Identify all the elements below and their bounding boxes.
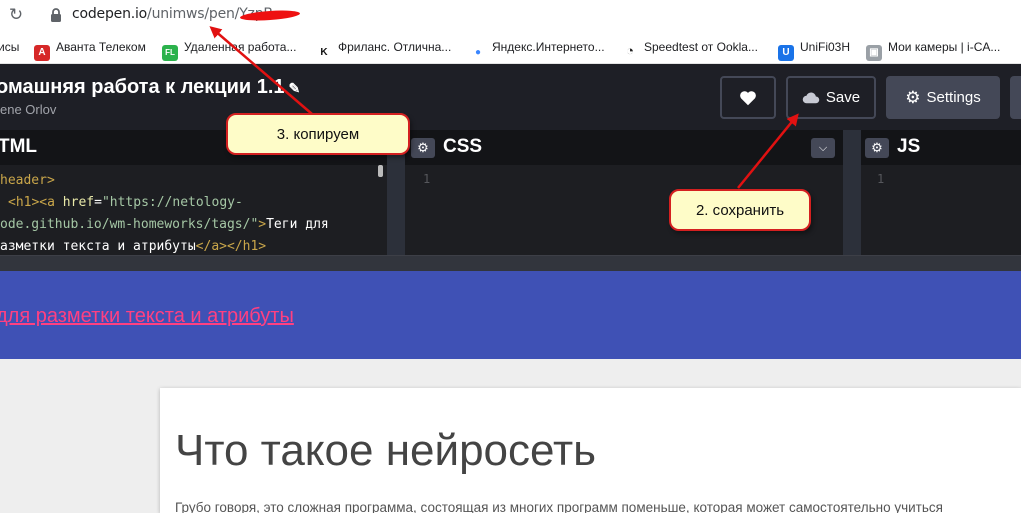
speedtest-icon: ◔ [622, 43, 638, 59]
editors-panel: TML header> <h1><a href="https://netology… [0, 130, 1021, 255]
bookmark-item[interactable]: FL Удаленная работа... [162, 38, 297, 61]
bookmark-item[interactable]: ▣ Мои камеры | i-CA... [866, 38, 1001, 61]
js-editor-header: ⚙ JS [861, 130, 1021, 165]
camera-icon: ▣ [866, 45, 882, 61]
unifi-icon: U [778, 45, 794, 61]
bookmark-item[interactable]: U UniFi03H [778, 38, 851, 61]
yandex-icon: ● [470, 45, 486, 61]
address-bar: ↻ codepen.io/unimws/pen/YzpB... [0, 0, 1021, 30]
pen-author[interactable]: ene Orlov [0, 102, 56, 117]
banner-link[interactable]: для разметки текста и атрибуты [0, 305, 294, 328]
cloud-icon [802, 92, 820, 103]
angular-icon: A [34, 45, 50, 61]
article-paragraph: Грубо говоря, это сложная программа, сос… [175, 500, 943, 513]
bookmark-label: Speedtest от Ookla... [644, 40, 758, 54]
article-card: Что такое нейросеть Грубо говоря, это сл… [160, 388, 1021, 513]
bookmark-item[interactable]: K Фриланс. Отлична... [316, 38, 452, 61]
bookmark-label: Аванта Телеком [56, 40, 146, 54]
code-line: ode.github.io/wm-homeworks/tags/">Теги д… [0, 217, 329, 232]
css-editor-title: CSS [443, 136, 483, 157]
bookmark-label: UniFi03H [800, 40, 851, 54]
gear-icon: ⚙ [905, 87, 921, 107]
save-label: Save [825, 89, 861, 106]
callout-copy: 3. копируем [226, 113, 410, 155]
preview-frame: для разметки текста и атрибуты Что такое… [0, 271, 1021, 513]
js-line-number: 1 [877, 172, 885, 186]
pane-divider[interactable] [843, 130, 861, 255]
bookmark-label: исы [0, 40, 20, 54]
code-line: header> [0, 170, 329, 192]
bookmark-item[interactable]: ◔ Speedtest от Ookla... [622, 38, 758, 59]
settings-button[interactable]: ⚙ Settings [886, 76, 1000, 119]
url-path: /unimws/pen/ [147, 6, 240, 22]
bookmark-item[interactable]: ● Яндекс.Интернето... [470, 38, 605, 61]
callout-save: 2. сохранить [669, 189, 811, 231]
preview-resizer[interactable] [0, 255, 1021, 271]
kwork-icon: K [316, 45, 332, 61]
bookmark-label: Яндекс.Интернето... [492, 40, 605, 54]
bookmark-item[interactable]: A Аванта Телеком [34, 38, 146, 61]
css-editor-header: ⚙ CSS ⌵ [405, 130, 843, 165]
bookmarks-bar: исы A Аванта Телеком FL Удаленная работа..… [0, 30, 1021, 64]
html-editor-title: TML [0, 136, 38, 157]
preview-banner: для разметки текста и атрибуты [0, 271, 1021, 359]
save-button[interactable]: Save [786, 76, 876, 119]
fl-icon: FL [162, 45, 178, 61]
css-settings-icon[interactable]: ⚙ [411, 138, 435, 158]
codepen-header: омашняя работа к лекции 1.1 ✎ ene Orlov S… [0, 64, 1021, 130]
css-line-number: 1 [423, 172, 431, 186]
pen-title-text: омашняя работа к лекции 1.1 [0, 76, 285, 98]
heart-icon [740, 90, 756, 105]
code-line: <h1><a href="https://netology- [8, 195, 243, 210]
js-settings-icon[interactable]: ⚙ [865, 138, 889, 158]
code-line-text: header> [0, 173, 55, 188]
pen-title[interactable]: омашняя работа к лекции 1.1 ✎ [0, 76, 300, 99]
bookmark-label: Мои камеры | i-CA... [888, 40, 1001, 54]
chevron-down-icon[interactable]: ⌵ [811, 138, 835, 158]
bookmark-label: Фриланс. Отлична... [338, 40, 452, 54]
more-button[interactable] [1010, 76, 1021, 119]
js-editor-title: JS [897, 136, 921, 157]
html-code[interactable]: header> <h1><a href="https://netology-ode… [0, 170, 329, 258]
js-editor[interactable]: ⚙ JS 1 [861, 130, 1021, 255]
bookmark-item[interactable]: исы [0, 38, 19, 56]
article-heading: Что такое нейросеть [175, 426, 597, 475]
bookmark-label: Удаленная работа... [184, 40, 297, 54]
url-host: codepen.io [72, 6, 148, 22]
settings-label: Settings [926, 89, 981, 106]
like-button[interactable] [720, 76, 776, 119]
lock-icon [51, 8, 61, 22]
reload-icon[interactable]: ↻ [6, 5, 26, 25]
pencil-icon[interactable]: ✎ [289, 80, 301, 96]
html-scrollbar[interactable] [378, 165, 383, 177]
